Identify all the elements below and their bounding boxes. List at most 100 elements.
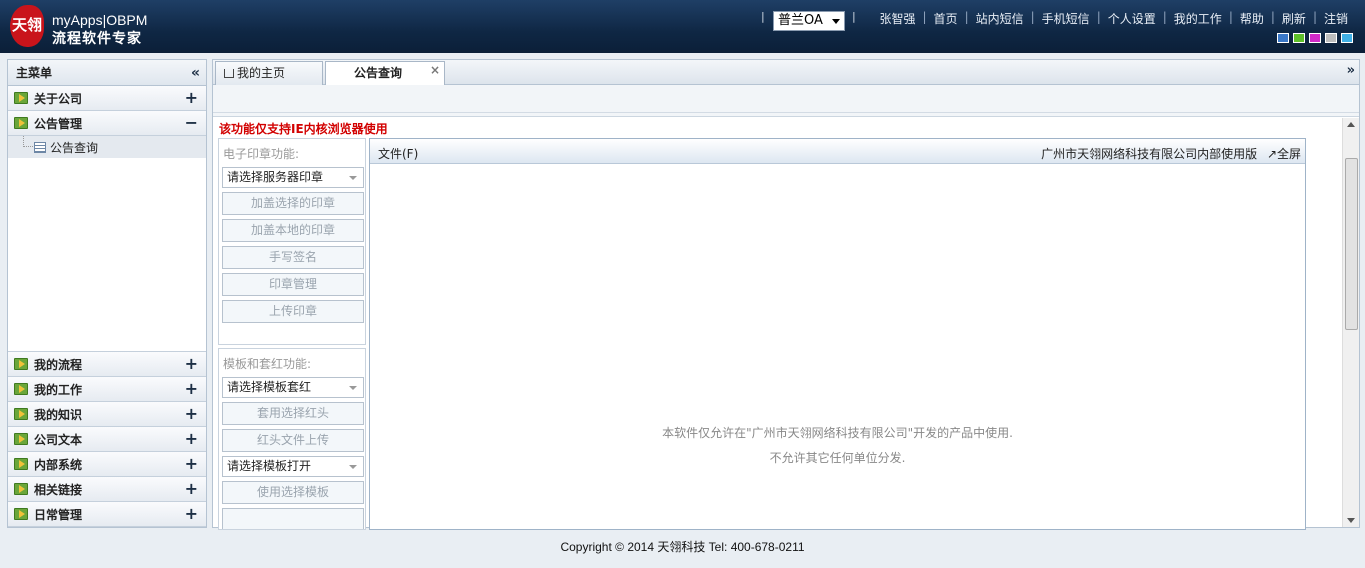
theme-swatch-green[interactable] — [1293, 33, 1305, 43]
collapse-icon[interactable]: − — [185, 113, 198, 132]
main-panel: 我的主页 公告查询 × » 该功能仅支持IE内核浏览器使用 电子印章功能: 请选… — [212, 59, 1360, 530]
logo-text-en: myApps|OBPM — [52, 12, 148, 28]
apply-local-seal-button[interactable]: 加盖本地的印章 — [222, 219, 364, 242]
close-icon[interactable]: × — [430, 59, 440, 81]
nav-home[interactable]: 首页 — [927, 10, 965, 27]
expand-icon[interactable]: + — [185, 404, 198, 423]
folder-arrow-icon — [14, 383, 28, 395]
license-notice-1: 本软件仅允许在"广州市天翎网络科技有限公司"开发的产品中使用. — [662, 426, 1013, 440]
nav-help[interactable]: 帮助 — [1233, 10, 1271, 27]
nav-user[interactable]: 张智强 — [872, 10, 922, 27]
document-list-icon — [34, 141, 46, 153]
template-red-select[interactable]: 请选择模板套红 — [222, 377, 364, 398]
logo-icon: 天翎 — [10, 5, 44, 47]
expand-icon[interactable]: + — [185, 429, 198, 448]
folder-arrow-icon — [14, 458, 28, 470]
sidebar-item-label: 内部系统 — [34, 457, 83, 472]
browser-warning: 该功能仅支持IE内核浏览器使用 — [219, 122, 388, 136]
tab-notice-query[interactable]: 公告查询 × — [325, 61, 445, 86]
home-icon — [224, 69, 234, 78]
sidebar-subitem-notice-query[interactable]: 公告查询 — [8, 136, 206, 158]
tree-connector — [23, 136, 33, 147]
header-separator: | — [852, 10, 856, 23]
vertical-scrollbar[interactable] — [1342, 118, 1359, 527]
footer-copyright: Copyright © 2014 天翎科技 Tel: 400-678-0211 — [560, 540, 805, 554]
sidebar-item-related-links[interactable]: 相关链接 + — [8, 477, 206, 502]
scroll-down-icon[interactable] — [1347, 518, 1355, 523]
theme-swatches — [1277, 33, 1353, 43]
expand-icon[interactable]: + — [185, 454, 198, 473]
expand-icon[interactable]: + — [185, 479, 198, 498]
document-toolbar: 文件(F) 广州市天翎网络科技有限公司内部使用版 ↗全屏 — [370, 139, 1305, 164]
nav-logout[interactable]: 注销 — [1317, 10, 1355, 27]
company-select-value: 普兰OA — [778, 13, 823, 28]
nav-site-message[interactable]: 站内短信 — [969, 10, 1031, 27]
sidebar-item-notice-management[interactable]: 公告管理 − — [8, 111, 206, 136]
collapse-sidebar-icon[interactable]: « — [191, 60, 200, 86]
sidebar-item-daily-management[interactable]: 日常管理 + — [8, 502, 206, 527]
document-info: 广州市天翎网络科技有限公司内部使用版 ↗全屏 — [1041, 145, 1301, 162]
sidebar-item-internal-systems[interactable]: 内部系统 + — [8, 452, 206, 477]
handwritten-signature-button[interactable]: 手写签名 — [222, 246, 364, 269]
sidebar-item-about-company[interactable]: 关于公司 + — [8, 86, 206, 111]
nav-my-work[interactable]: 我的工作 — [1167, 10, 1229, 27]
license-text: 广州市天翎网络科技有限公司内部使用版 — [1041, 147, 1258, 161]
upload-seal-button[interactable]: 上传印章 — [222, 300, 364, 323]
sidebar-subitem-label: 公告查询 — [50, 140, 99, 155]
sidebar-title-text: 主菜单 — [16, 66, 53, 80]
expand-icon[interactable]: + — [185, 88, 198, 107]
content-area: 该功能仅支持IE内核浏览器使用 电子印章功能: 请选择服务器印章 加盖选择的印章… — [213, 118, 1359, 530]
file-menu[interactable]: 文件(F) — [378, 145, 418, 162]
theme-swatch-blue[interactable] — [1277, 33, 1289, 43]
apply-red-header-button[interactable]: 套用选择红头 — [222, 402, 364, 425]
header-bar: 天翎 myApps|OBPM 流程软件专家 | 普兰OA | 张智强 | 首页 | … — [0, 0, 1365, 53]
folder-arrow-icon — [14, 483, 28, 495]
chevron-down-icon — [349, 465, 357, 469]
expand-icon[interactable]: + — [185, 504, 198, 523]
sidebar-item-label: 我的流程 — [34, 357, 83, 372]
folder-arrow-icon — [14, 117, 28, 129]
use-selected-template-button[interactable]: 使用选择模板 — [222, 481, 364, 504]
license-notice-2: 不允许其它任何单位分发. — [769, 451, 906, 465]
partial-hidden-button[interactable] — [222, 508, 364, 529]
tab-home[interactable]: 我的主页 — [215, 61, 323, 85]
header-separator: | — [761, 10, 765, 23]
fullscreen-button[interactable]: ↗全屏 — [1267, 147, 1301, 161]
folder-arrow-icon — [14, 408, 28, 420]
scrollbar-thumb[interactable] — [1345, 158, 1358, 330]
template-panel-title: 模板和套红功能: — [223, 357, 312, 371]
theme-swatch-cyan[interactable] — [1341, 33, 1353, 43]
tab-bar: 我的主页 公告查询 × » — [213, 60, 1359, 86]
nav-refresh[interactable]: 刷新 — [1275, 10, 1313, 27]
toolbar-strip — [213, 85, 1359, 117]
sidebar-item-my-knowledge[interactable]: 我的知识 + — [8, 402, 206, 427]
theme-swatch-gray[interactable] — [1325, 33, 1337, 43]
chevron-down-icon — [349, 176, 357, 180]
upload-red-header-button[interactable]: 红头文件上传 — [222, 429, 364, 452]
sidebar-item-company-documents[interactable]: 公司文本 + — [8, 427, 206, 452]
sidebar-item-label: 日常管理 — [34, 507, 83, 522]
sidebar-item-my-work[interactable]: 我的工作 + — [8, 377, 206, 402]
nav-personal-settings[interactable]: 个人设置 — [1101, 10, 1163, 27]
server-seal-select[interactable]: 请选择服务器印章 — [222, 167, 364, 188]
document-viewer: 文件(F) 广州市天翎网络科技有限公司内部使用版 ↗全屏 本软件仅允许在"广州市… — [369, 138, 1306, 530]
expand-icon[interactable]: + — [185, 379, 198, 398]
tab-overflow-icon[interactable]: » — [1347, 63, 1355, 78]
company-select[interactable]: 普兰OA — [773, 11, 845, 31]
sidebar-title: 主菜单 « — [8, 60, 206, 86]
theme-swatch-magenta[interactable] — [1309, 33, 1321, 43]
logo-text-cn: 流程软件专家 — [52, 31, 142, 47]
nav-sms[interactable]: 手机短信 — [1035, 10, 1097, 27]
chevron-down-icon — [349, 386, 357, 390]
tab-notice-query-label: 公告查询 — [354, 66, 403, 80]
server-seal-select-value: 请选择服务器印章 — [227, 170, 324, 184]
sidebar-item-my-process[interactable]: 我的流程 + — [8, 352, 206, 377]
folder-arrow-icon — [14, 433, 28, 445]
template-open-select-value: 请选择模板打开 — [227, 459, 312, 473]
top-nav: 张智强 | 首页 | 站内短信 | 手机短信 | 个人设置 | 我的工作 | 帮助 | 刷新 |… — [872, 10, 1355, 27]
expand-icon[interactable]: + — [185, 354, 198, 373]
seal-management-button[interactable]: 印章管理 — [222, 273, 364, 296]
scroll-up-icon[interactable] — [1347, 122, 1355, 127]
apply-selected-seal-button[interactable]: 加盖选择的印章 — [222, 192, 364, 215]
template-open-select[interactable]: 请选择模板打开 — [222, 456, 364, 477]
